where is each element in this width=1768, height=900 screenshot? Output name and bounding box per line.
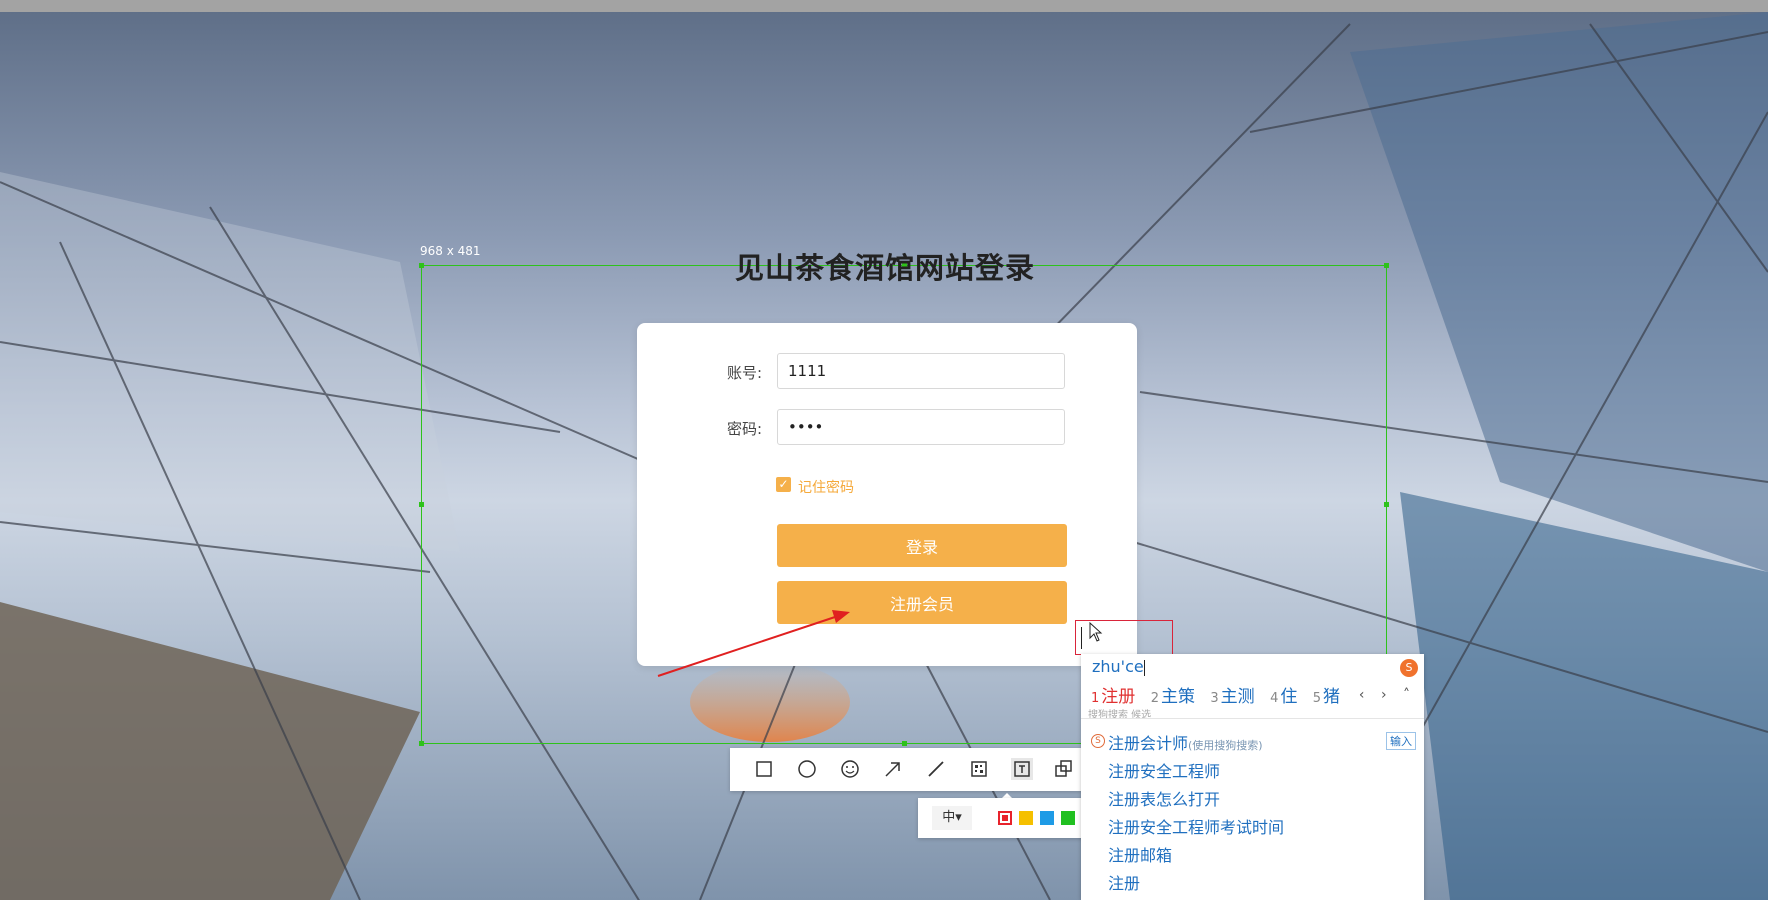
color-red-swatch[interactable] (998, 811, 1012, 825)
ime-candidate[interactable]: 1 注册 (1091, 687, 1135, 707)
ime-pinyin-input[interactable]: zhu'ce (1092, 657, 1145, 676)
ime-suggestion[interactable]: 注册邮箱 (1108, 842, 1172, 866)
ime-candidate[interactable]: 2 主策 (1151, 687, 1195, 707)
ime-divider (1081, 718, 1424, 719)
ime-candidate[interactable]: 3 主测 (1210, 687, 1254, 707)
sogou-search-icon: S (1091, 734, 1105, 748)
ime-page-nav[interactable]: ‹ › ˄ (1359, 687, 1416, 703)
ime-candidate[interactable]: 5猪 (1313, 687, 1340, 707)
mouse-pointer-icon (1089, 622, 1103, 642)
color-green-swatch[interactable] (1061, 811, 1075, 825)
ime-suggestion[interactable]: 注册安全工程师考试时间 (1108, 814, 1284, 838)
ime-candidates: 1 注册 2 主策 3 主测 4住 5猪 (1091, 682, 1350, 707)
emoji-icon[interactable] (839, 758, 861, 780)
color-blue-swatch[interactable] (1040, 811, 1054, 825)
text-cursor (1081, 627, 1082, 649)
sogou-logo-icon[interactable]: S (1400, 659, 1418, 677)
annotation-toolbar (730, 748, 1082, 791)
ime-candidate[interactable]: 4住 (1270, 687, 1297, 707)
mosaic-icon[interactable] (968, 758, 990, 780)
color-yellow-swatch[interactable] (1019, 811, 1033, 825)
line-icon[interactable] (925, 758, 947, 780)
ime-enter-button[interactable]: 输入 (1386, 732, 1416, 750)
ime-suggestion[interactable]: 注册会计师(使用搜狗搜索) (1108, 730, 1263, 754)
ime-suggestion[interactable]: 注册 (1108, 870, 1140, 894)
ime-pinyin-text: zhu'ce (1092, 657, 1144, 676)
copy-icon[interactable] (1053, 758, 1075, 780)
ellipse-icon[interactable] (796, 758, 818, 780)
font-size-dropdown[interactable]: 中▾ (932, 806, 972, 830)
arrow-icon[interactable] (882, 758, 904, 780)
rectangle-icon[interactable] (753, 758, 775, 780)
ime-candidate-window: zhu'ce S 1 注册 2 主策 3 主测 4住 5猪 ‹ › ˄ 搜狗搜索 候选… (1081, 654, 1424, 900)
ime-suggestion[interactable]: 注册表怎么打开 (1108, 786, 1220, 810)
text-style-toolbar: 中▾ (918, 798, 1088, 838)
ime-suggestion[interactable]: 注册安全工程师 (1108, 758, 1220, 782)
text-icon[interactable] (1011, 758, 1033, 780)
